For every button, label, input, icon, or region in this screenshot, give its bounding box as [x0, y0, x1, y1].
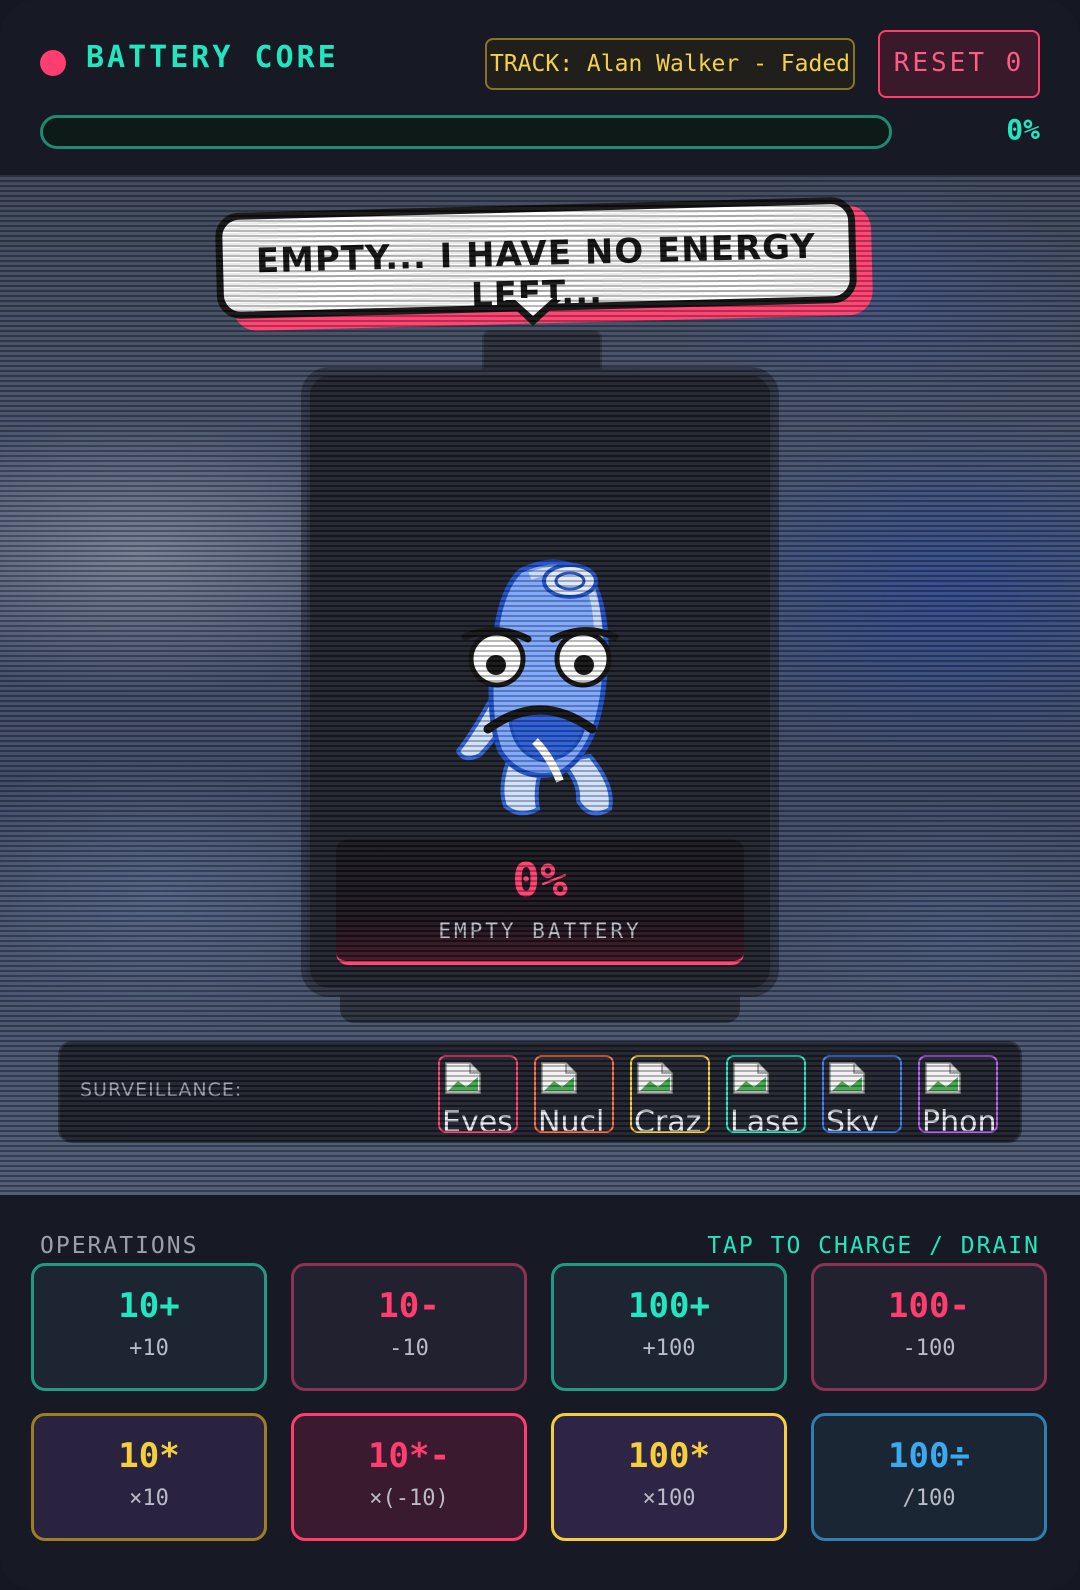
- op-button-label: 100÷: [888, 1436, 970, 1476]
- op-button-sub-10[interactable]: 10- -10: [291, 1263, 527, 1391]
- op-button-label: 10*-: [368, 1436, 450, 1476]
- op-button-label: 100+: [628, 1286, 710, 1326]
- surveillance-cam-thumb[interactable]: Phon: [918, 1055, 998, 1133]
- charge-progress-bar: [40, 115, 892, 149]
- op-button-label: 10*: [118, 1436, 180, 1476]
- surveillance-label: SURVEILLANCE:: [80, 1079, 243, 1101]
- battery-scene: EMPTY... I HAVE NO ENERGY LEFT... 0% EMP…: [0, 175, 1080, 1195]
- surveillance-cam-thumb[interactable]: Nucl: [534, 1055, 614, 1133]
- op-button-add-10[interactable]: 10+ +10: [31, 1263, 267, 1391]
- op-button-sublabel: /100: [902, 1486, 956, 1511]
- surveillance-cam-label: Eyes: [442, 1105, 513, 1133]
- battery-body[interactable]: 0% EMPTY BATTERY: [307, 373, 773, 991]
- app-frame: BATTERY CORE TRACK: Alan Walker - Faded …: [0, 0, 1080, 1590]
- operations-panel: OPERATIONS TAP TO CHARGE / DRAIN 10+ +10…: [0, 1195, 1080, 1590]
- surveillance-cam-label: Craz: [634, 1105, 702, 1133]
- op-button-label: 10-: [378, 1286, 440, 1326]
- op-button-label: 100*: [628, 1436, 710, 1476]
- broken-image-icon: [733, 1062, 769, 1094]
- op-button-sub-100[interactable]: 100- -100: [811, 1263, 1047, 1391]
- operations-title: OPERATIONS: [40, 1233, 199, 1259]
- battery-mascot-icon: [455, 559, 619, 816]
- charge-readout: 0% EMPTY BATTERY: [336, 839, 744, 965]
- app-title: BATTERY CORE: [86, 40, 339, 75]
- surveillance-cam-thumb[interactable]: Lase: [726, 1055, 806, 1133]
- op-button-sublabel: ×10: [129, 1486, 169, 1511]
- surveillance-cam-thumb[interactable]: Sky: [822, 1055, 902, 1133]
- surveillance-cam-label: Nucl: [538, 1105, 605, 1133]
- surveillance-cam-label: Lase: [730, 1105, 800, 1133]
- battery-terminal: [482, 330, 602, 370]
- op-button-sublabel: ×(-10): [369, 1486, 449, 1511]
- broken-image-icon: [541, 1062, 577, 1094]
- broken-image-icon: [925, 1062, 961, 1094]
- op-button-label: 10+: [118, 1286, 180, 1326]
- op-button-div-100[interactable]: 100÷ /100: [811, 1413, 1047, 1541]
- broken-image-icon: [637, 1062, 673, 1094]
- op-button-add-100[interactable]: 100+ +100: [551, 1263, 787, 1391]
- charge-progress-percent: 0%: [1006, 113, 1040, 146]
- op-button-sublabel: -10: [389, 1336, 429, 1361]
- surveillance-cam-label: Sky: [826, 1105, 880, 1133]
- op-button-label: 100-: [888, 1286, 970, 1326]
- charge-readout-percent: 0%: [512, 853, 568, 907]
- op-button-mul-10[interactable]: 10* ×10: [31, 1413, 267, 1541]
- charge-readout-status: EMPTY BATTERY: [438, 919, 642, 943]
- op-button-mul-neg-10[interactable]: 10*- ×(-10): [291, 1413, 527, 1541]
- reset-button[interactable]: RESET 0: [878, 30, 1040, 98]
- status-indicator: [40, 50, 66, 76]
- op-button-sublabel: +10: [129, 1336, 169, 1361]
- broken-image-icon: [445, 1062, 481, 1094]
- operations-hint: TAP TO CHARGE / DRAIN: [707, 1233, 1040, 1259]
- broken-image-icon: [829, 1062, 865, 1094]
- surveillance-panel: SURVEILLANCE: Eyes Nucl Craz Lase Sky Phon: [58, 1041, 1022, 1143]
- surveillance-cam-thumb[interactable]: Craz: [630, 1055, 710, 1133]
- op-button-sublabel: -100: [902, 1336, 956, 1361]
- op-button-mul-100[interactable]: 100* ×100: [551, 1413, 787, 1541]
- battery-base: [340, 995, 740, 1023]
- op-button-sublabel: ×100: [642, 1486, 696, 1511]
- surveillance-cam-thumb[interactable]: Eyes: [438, 1055, 518, 1133]
- surveillance-cam-label: Phon: [922, 1105, 997, 1133]
- header: BATTERY CORE TRACK: Alan Walker - Faded …: [0, 0, 1080, 175]
- track-label[interactable]: TRACK: Alan Walker - Faded: [485, 38, 855, 90]
- speech-bubble-tail-fill: [513, 298, 553, 316]
- op-button-sublabel: +100: [642, 1336, 696, 1361]
